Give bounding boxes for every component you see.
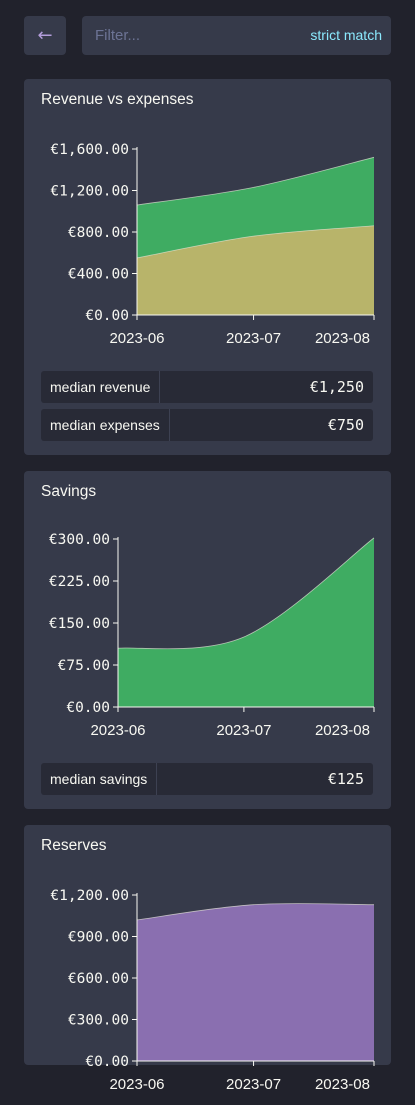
stat-label: median revenue bbox=[41, 371, 161, 403]
stat-median-revenue: median revenue €1,250 bbox=[41, 371, 373, 403]
stat-median-expenses: median expenses €750 bbox=[41, 409, 373, 441]
x-tick-label: 2023-07 bbox=[226, 1076, 281, 1093]
revenue-expenses-card: Revenue vs expenses €0.00 €400.00 €800.00 €… bbox=[24, 79, 391, 455]
stat-value: €1,250 bbox=[309, 378, 364, 396]
y-tick-label: €300.00 bbox=[49, 532, 110, 548]
x-tick-label: 2023-08 bbox=[315, 722, 370, 739]
y-tick-label: €1,600.00 bbox=[50, 142, 129, 158]
y-tick-label: €600.00 bbox=[68, 971, 129, 987]
savings-card: Savings €0.00 €75.00 €150.00 €225.00 €300.00… bbox=[24, 471, 391, 809]
toolbar: ← strict match bbox=[24, 16, 391, 55]
filter-input[interactable] bbox=[82, 16, 292, 55]
stat-value: €125 bbox=[327, 770, 364, 788]
y-tick-label: €75.00 bbox=[58, 658, 110, 674]
arrow-left-icon: ← bbox=[37, 25, 53, 46]
stat-median-savings: median savings €125 bbox=[41, 763, 373, 795]
y-tick-label: €150.00 bbox=[49, 616, 110, 632]
stat-value: €750 bbox=[327, 416, 364, 434]
x-tick-label: 2023-08 bbox=[315, 330, 370, 347]
x-tick-label: 2023-06 bbox=[109, 330, 164, 347]
x-tick-label: 2023-06 bbox=[109, 1076, 164, 1093]
x-tick-label: 2023-07 bbox=[216, 722, 271, 739]
x-tick-label: 2023-07 bbox=[226, 330, 281, 347]
stat-label: median savings bbox=[41, 763, 158, 795]
x-tick-label: 2023-06 bbox=[90, 722, 145, 739]
strict-match-toggle[interactable]: strict match bbox=[310, 27, 382, 43]
stat-label: median expenses bbox=[41, 409, 170, 441]
x-tick-label: 2023-08 bbox=[315, 1076, 370, 1093]
y-tick-label: €0.00 bbox=[85, 1054, 129, 1070]
y-tick-label: €225.00 bbox=[49, 574, 110, 590]
revenue-expenses-chart: €0.00 €400.00 €800.00 €1,200.00 €1,600.00 202… bbox=[50, 142, 375, 347]
y-tick-label: €800.00 bbox=[68, 225, 129, 241]
savings-chart: €0.00 €75.00 €150.00 €225.00 €300.00 2023-06 2… bbox=[49, 532, 375, 739]
reserves-chart: €0.00 €300.00 €600.00 €900.00 €1,200.00 2023-… bbox=[50, 888, 375, 1093]
series-area-savings bbox=[118, 537, 374, 707]
y-tick-label: €1,200.00 bbox=[50, 888, 129, 904]
y-tick-label: €400.00 bbox=[68, 267, 129, 283]
y-tick-label: €300.00 bbox=[68, 1013, 129, 1029]
back-button[interactable]: ← bbox=[24, 16, 66, 55]
y-tick-label: €1,200.00 bbox=[50, 184, 129, 200]
filter-box: strict match bbox=[82, 16, 391, 55]
reserves-card: Reserves €0.00 €300.00 €600.00 €900.00 €1,20… bbox=[24, 825, 391, 1093]
series-area-reserves bbox=[137, 903, 374, 1061]
y-tick-label: €0.00 bbox=[66, 700, 110, 716]
y-tick-label: €900.00 bbox=[68, 930, 129, 946]
y-tick-label: €0.00 bbox=[85, 308, 129, 324]
